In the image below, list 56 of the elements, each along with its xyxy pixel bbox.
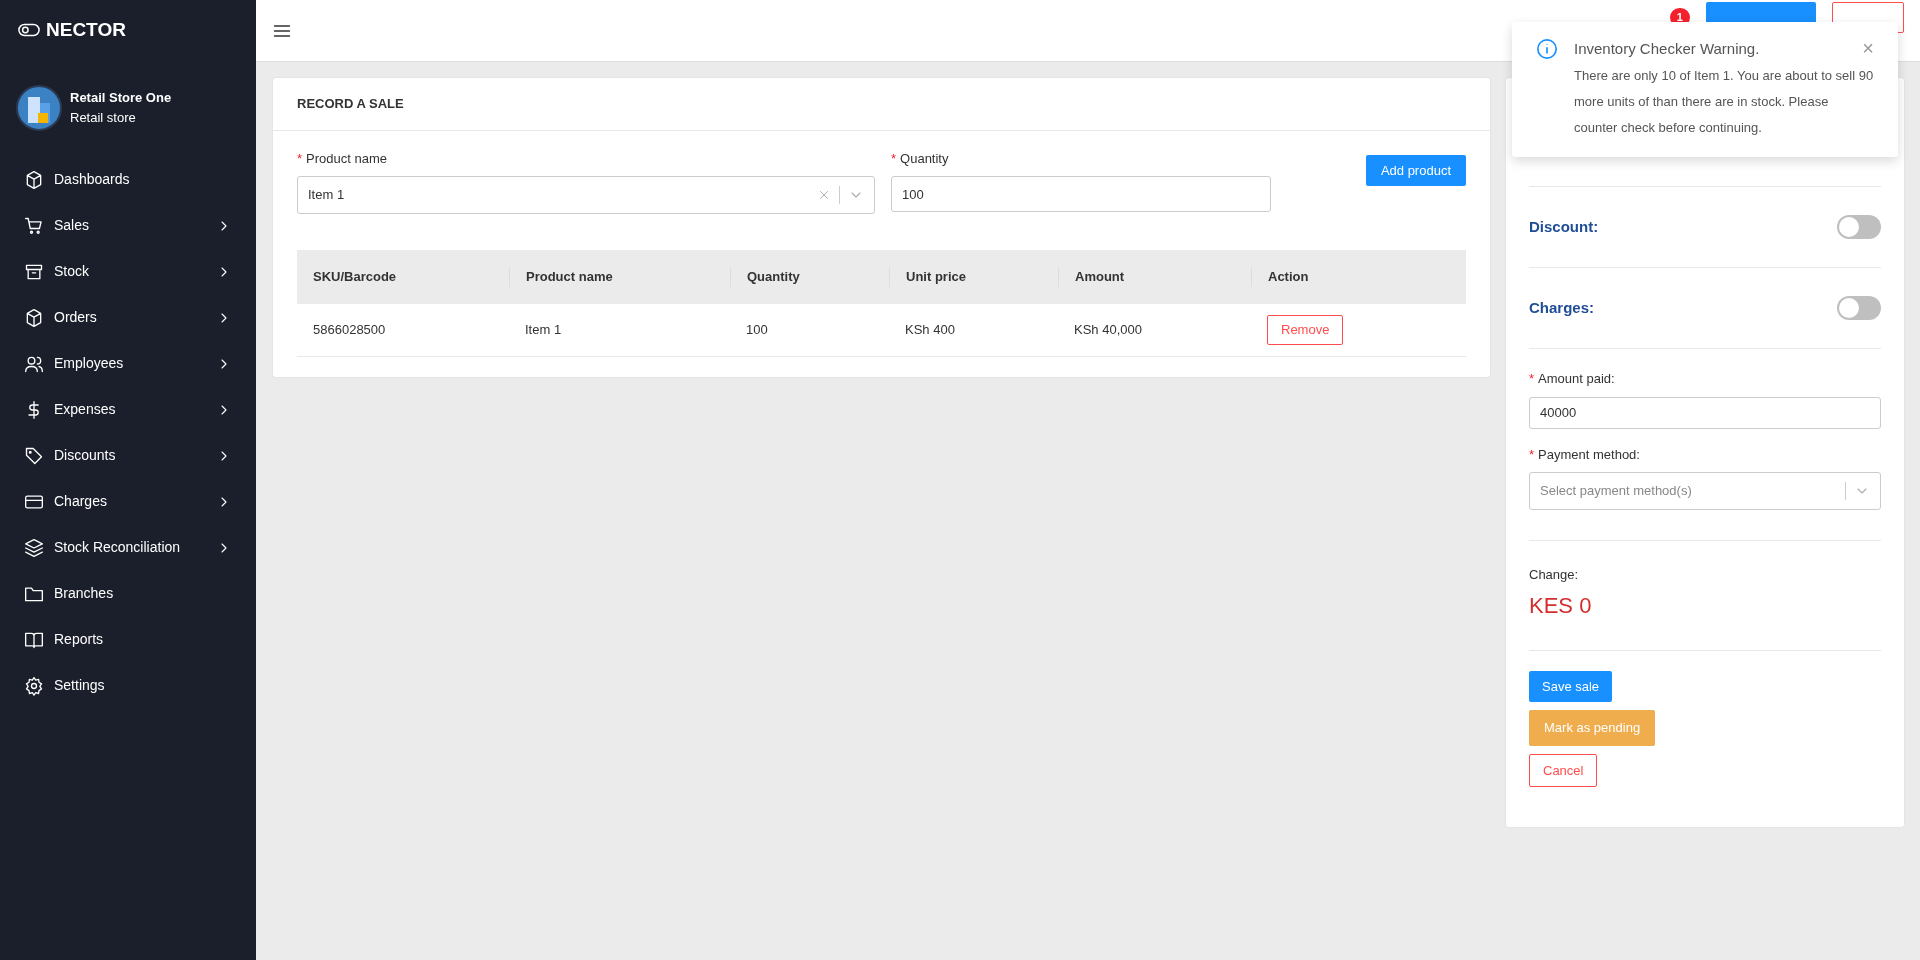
sidebar-item[interactable]: Employees (0, 340, 256, 387)
payment-method-select[interactable]: Select payment method(s) (1529, 472, 1881, 510)
settings-icon (24, 675, 44, 696)
sidebar-item[interactable]: Orders (0, 294, 256, 341)
quantity-field[interactable]: 100 (891, 176, 1271, 212)
toggle-switch[interactable] (1837, 296, 1881, 320)
sidebar-item[interactable]: Charges (0, 478, 256, 525)
tag-icon (24, 445, 44, 466)
table-cell-text: KSh 40,000 (1073, 321, 1143, 340)
field-label: Product name (306, 149, 387, 168)
table-cell-text: 5866028500 (312, 321, 387, 340)
table-cell-text: KSh 400 (904, 321, 956, 340)
sidebar-item[interactable]: Expenses (0, 386, 256, 433)
sidebar-item[interactable]: Dashboards (0, 156, 256, 203)
store-avatar (16, 84, 62, 131)
sidebar-item[interactable]: Reports (0, 616, 256, 663)
required-mark: * (891, 149, 897, 168)
column-header: Quantity (730, 267, 889, 287)
cart-icon (24, 215, 44, 236)
column-header: Action (1251, 267, 1427, 287)
store-name: Retail Store One (70, 89, 172, 107)
cube-icon (24, 307, 44, 328)
required-mark: * (1529, 445, 1535, 464)
table-cell-text: Item 1 (524, 321, 563, 340)
toast-message: There are only 10 of Item 1. You are about to sell 90 more units of than there are in stock. Please counter check before continuing. (1574, 66, 1874, 137)
toggle-label: Discount: (1529, 216, 1599, 237)
toggle-switch[interactable] (1837, 215, 1881, 239)
sidebar-item[interactable]: Stock Reconciliation (0, 524, 256, 571)
layers-icon (24, 537, 44, 558)
table-cell-text: 100 (745, 321, 769, 340)
info-icon (1536, 38, 1558, 60)
change-label: Change: (1529, 566, 1580, 584)
field-label: Quantity (900, 149, 949, 168)
clear-icon (817, 188, 831, 202)
amount-paid-field[interactable]: 40000 (1529, 396, 1881, 429)
change-amount: KES 0 (1529, 591, 1593, 620)
field-label: Amount paid: (1538, 370, 1615, 388)
required-mark: * (297, 149, 303, 168)
sidebar-item[interactable]: Settings (0, 662, 256, 709)
card-title: RECORD A SALE (297, 95, 405, 113)
sidebar-item[interactable]: Discounts (0, 432, 256, 479)
store-type: Retail store (70, 108, 137, 127)
cube-icon (24, 169, 44, 190)
product-select[interactable]: Item 1 (297, 176, 875, 214)
sidebar-item[interactable]: Branches (0, 570, 256, 617)
brand-name: NECTOR (46, 18, 126, 42)
sidebar-item[interactable]: Sales (0, 202, 256, 249)
toast-title: Inventory Checker Warning. (1574, 39, 1760, 59)
column-header: Amount (1058, 267, 1251, 287)
column-header: Product name (509, 267, 730, 287)
required-mark: * (1529, 370, 1535, 388)
toggle-label: Charges: (1529, 297, 1595, 318)
column-header: SKU/Barcode (312, 268, 398, 287)
column-header: Unit price (889, 267, 1058, 287)
field-label: Payment method: (1538, 445, 1640, 464)
sidebar-item[interactable]: Stock (0, 248, 256, 295)
